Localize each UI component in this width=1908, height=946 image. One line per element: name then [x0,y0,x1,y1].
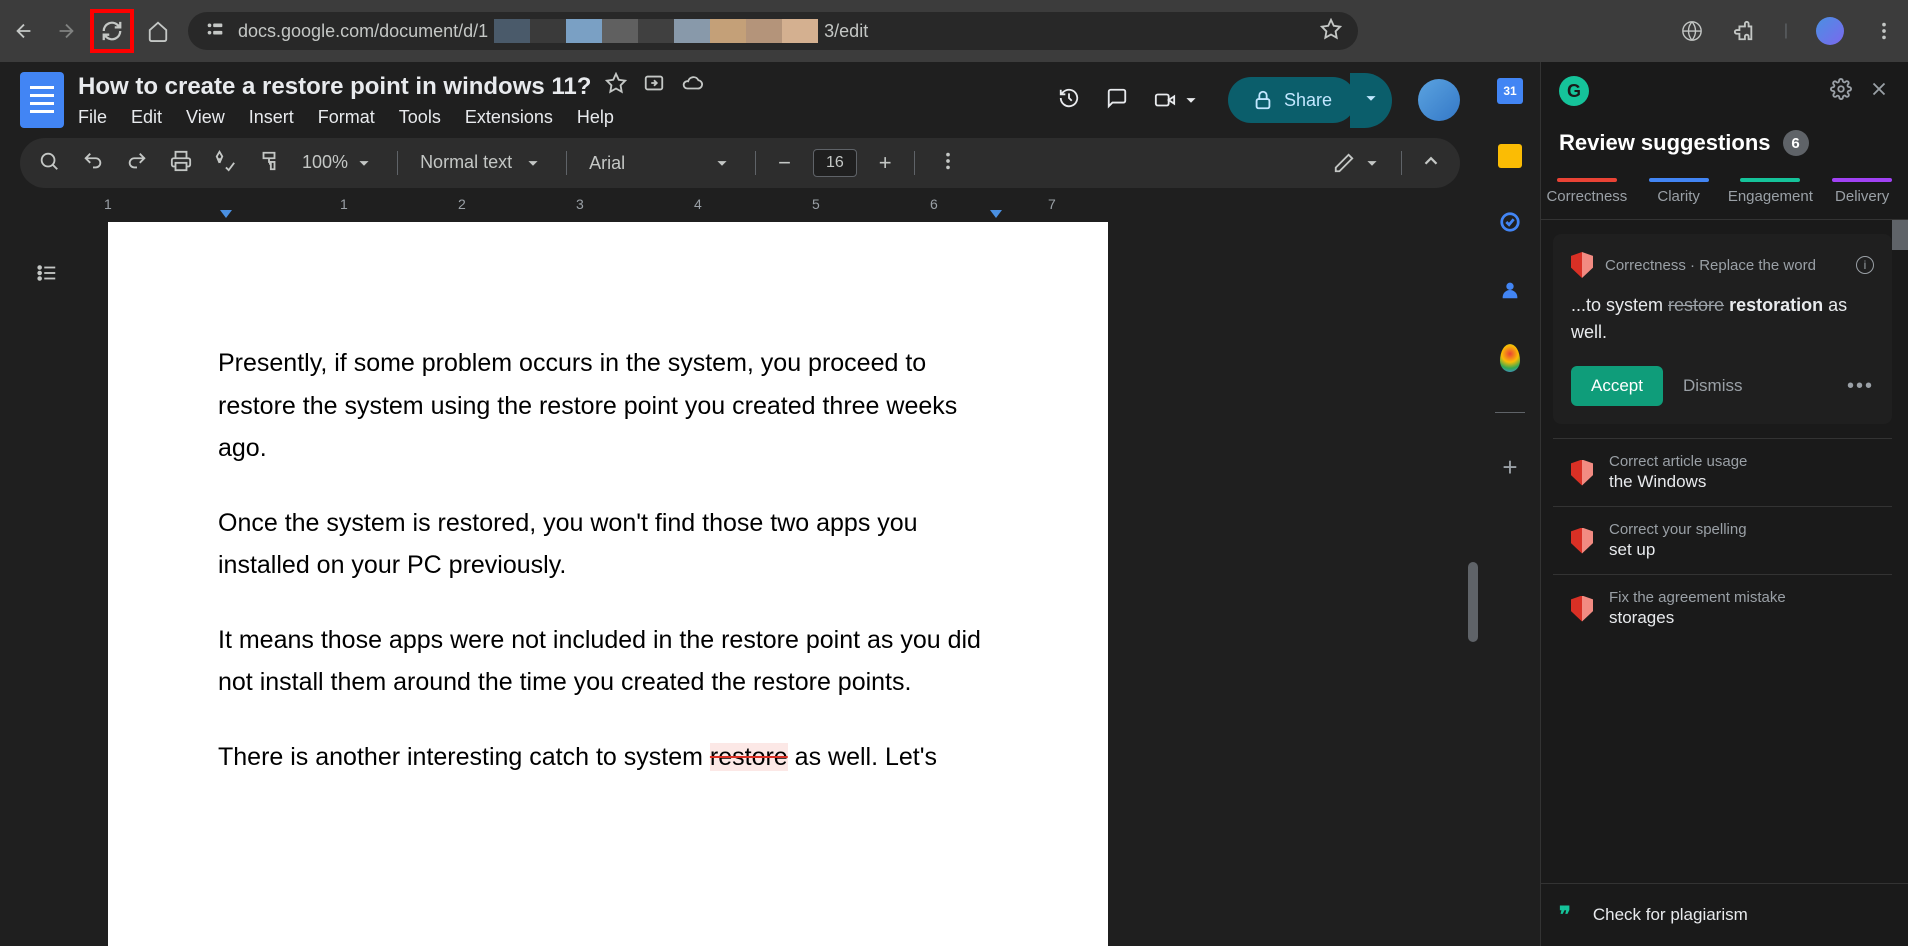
tab-correctness[interactable]: Correctness [1541,172,1633,219]
print-icon[interactable] [170,150,192,177]
paragraph: Once the system is restored, you won't f… [218,502,998,587]
suggestion-mini[interactable]: Correct your spellingset up [1553,506,1892,574]
close-icon[interactable] [1868,78,1890,105]
comments-icon[interactable] [1106,87,1128,114]
docs-header: How to create a restore point in windows… [0,62,1480,138]
menu-help[interactable]: Help [577,107,614,128]
menu-format[interactable]: Format [318,107,375,128]
search-icon[interactable] [38,150,60,177]
back-icon[interactable] [12,19,36,43]
decrease-font-icon[interactable]: − [778,150,791,176]
scrollbar[interactable] [1892,220,1908,250]
reload-icon[interactable] [100,19,124,43]
font-size-input[interactable]: 16 [813,149,857,177]
dismiss-button[interactable]: Dismiss [1683,376,1743,396]
extensions-icon[interactable] [1732,19,1756,43]
document-container: Presently, if some problem occurs in the… [0,222,1480,946]
menu-file[interactable]: File [78,107,107,128]
grammarly-panel: G Review suggestions 6 CorrectnessClarit… [1540,62,1908,946]
meet-icon[interactable] [1154,89,1202,111]
menu-view[interactable]: View [186,107,225,128]
plagiarism-button[interactable]: ❞ Check for plagiarism [1541,883,1908,946]
paint-format-icon[interactable] [258,150,280,177]
zoom-select[interactable]: 100% [302,152,375,174]
contacts-icon[interactable] [1496,276,1524,304]
card-category: Correctness · Replace the word [1605,257,1816,274]
info-icon[interactable]: i [1856,256,1874,274]
history-icon[interactable] [1058,87,1080,114]
menu-edit[interactable]: Edit [131,107,162,128]
more-icon[interactable]: ••• [1847,375,1874,398]
undo-icon[interactable] [82,150,104,177]
tab-engagement[interactable]: Engagement [1725,172,1817,219]
scrollbar[interactable] [1468,562,1478,642]
paragraph: There is another interesting catch to sy… [218,736,998,779]
collapse-icon[interactable] [1420,150,1442,177]
cloud-icon[interactable] [681,72,703,101]
suggestion-text: ...to system restore restoration as well… [1571,292,1874,346]
more-tools-icon[interactable] [937,150,959,177]
tab-clarity[interactable]: Clarity [1633,172,1725,219]
redo-icon[interactable] [126,150,148,177]
edit-mode-icon[interactable] [1333,152,1383,174]
style-select[interactable]: Normal text [420,152,544,174]
profile-avatar[interactable] [1816,17,1844,45]
reload-highlight [90,9,134,53]
menu-insert[interactable]: Insert [249,107,294,128]
bookmark-icon[interactable] [1320,18,1342,45]
maps-icon[interactable] [1496,344,1524,372]
font-select[interactable]: Arial [589,153,689,174]
shield-icon [1571,252,1593,278]
url-text: docs.google.com/document/d/1 3/edit [238,19,1308,43]
account-avatar[interactable] [1418,79,1460,121]
share-dropdown-icon[interactable] [1350,73,1392,128]
home-icon[interactable] [146,19,170,43]
menu-bar: File Edit View Insert Format Tools Extensions H… [78,107,703,128]
forward-icon[interactable] [54,19,78,43]
tab-delivery[interactable]: Delivery [1816,172,1908,219]
increase-font-icon[interactable]: + [879,150,892,176]
suggestion-count: 6 [1783,130,1809,156]
add-addon-icon[interactable]: + [1496,453,1524,481]
url-bar[interactable]: docs.google.com/document/d/1 3/edit [188,12,1358,50]
paragraph: Presently, if some problem occurs in the… [218,342,998,470]
review-title: Review suggestions [1559,130,1771,156]
settings-icon[interactable] [1830,78,1852,105]
star-icon[interactable] [605,72,627,101]
doc-title[interactable]: How to create a restore point in windows… [78,73,591,101]
ruler: 11234567 [30,196,1450,222]
browser-menu-icon[interactable] [1872,19,1896,43]
globe-icon[interactable] [1680,19,1704,43]
paragraph: It means those apps were not included in… [218,619,998,704]
document-page[interactable]: Presently, if some problem occurs in the… [108,222,1108,946]
grammarly-logo-icon[interactable]: G [1559,76,1589,106]
grammarly-tabs: CorrectnessClarityEngagementDelivery [1541,172,1908,220]
browser-toolbar: docs.google.com/document/d/1 3/edit | [0,0,1908,62]
move-icon[interactable] [643,72,665,101]
calendar-icon[interactable]: 31 [1497,78,1523,104]
redacted-blocks [494,19,818,43]
tasks-icon[interactable] [1496,208,1524,236]
suggestion-mini[interactable]: Correct article usagethe Windows [1553,438,1892,506]
outline-icon[interactable] [36,262,58,289]
spellcheck-icon[interactable] [214,150,236,177]
suggestion-card[interactable]: Correctness · Replace the word i ...to s… [1553,234,1892,424]
menu-tools[interactable]: Tools [399,107,441,128]
keep-icon[interactable] [1498,144,1522,168]
share-button[interactable]: Share [1228,77,1356,123]
quote-icon: ❞ [1559,902,1571,928]
docs-logo-icon[interactable] [20,72,64,128]
accept-button[interactable]: Accept [1571,366,1663,406]
suggestion-mini[interactable]: Fix the agreement mistakestorages [1553,574,1892,642]
site-info-icon[interactable] [204,18,226,45]
formatting-toolbar: 100% Normal text Arial − 16 + [20,138,1460,188]
side-panel-icons: 31 + [1480,62,1540,946]
menu-extensions[interactable]: Extensions [465,107,553,128]
